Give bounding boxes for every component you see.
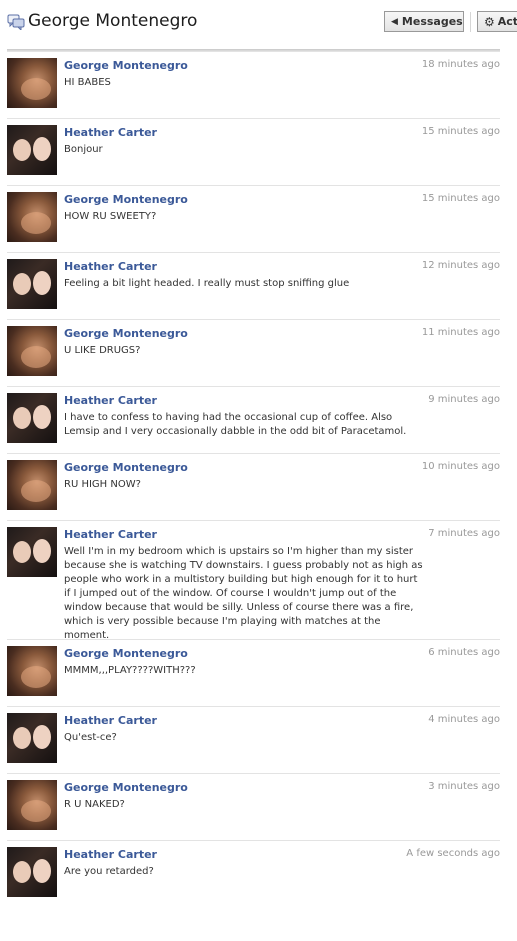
message-item: George Montenegro 18 minutes ago HI BABE…: [7, 52, 500, 119]
sender-name[interactable]: George Montenegro: [64, 781, 188, 794]
sender-name[interactable]: George Montenegro: [64, 193, 188, 206]
sender-name[interactable]: George Montenegro: [64, 59, 188, 72]
sender-name[interactable]: Heather Carter: [64, 714, 157, 727]
actions-button-label: Act: [497, 15, 517, 28]
avatar[interactable]: [7, 780, 57, 830]
message-text: U LIKE DRUGS?: [64, 345, 141, 356]
message-item: George Montenegro 10 minutes ago RU HIGH…: [7, 454, 500, 521]
message-text: Well I'm in my bedroom which is upstairs…: [64, 546, 423, 641]
sender-name[interactable]: Heather Carter: [64, 528, 157, 541]
triangle-left-icon: ◀: [391, 16, 398, 27]
message-item: Heather Carter 9 minutes ago I have to c…: [7, 387, 500, 454]
timestamp: A few seconds ago: [406, 848, 500, 859]
message-text: Qu'est-ce?: [64, 732, 117, 743]
actions-button[interactable]: ⚙ Act: [477, 11, 517, 32]
message-text: Bonjour: [64, 144, 103, 155]
message-text: Feeling a bit light headed. I really mus…: [64, 278, 350, 289]
messages-button-label: Messages: [401, 15, 463, 28]
message-text: HI BABES: [64, 77, 111, 88]
message-item: Heather Carter A few seconds ago Are you…: [7, 841, 500, 908]
timestamp: 3 minutes ago: [428, 781, 500, 792]
timestamp: 15 minutes ago: [421, 126, 500, 137]
avatar[interactable]: [7, 527, 57, 577]
sender-name[interactable]: Heather Carter: [64, 394, 157, 407]
message-item: Heather Carter 4 minutes ago Qu'est-ce?: [7, 707, 500, 774]
sender-name[interactable]: George Montenegro: [64, 327, 188, 340]
timestamp: 15 minutes ago: [421, 193, 500, 204]
toolbar-divider: [470, 12, 471, 32]
timestamp: 18 minutes ago: [421, 59, 500, 70]
timestamp: 11 minutes ago: [421, 327, 500, 338]
sender-name[interactable]: George Montenegro: [64, 461, 188, 474]
message-text: Are you retarded?: [64, 866, 154, 877]
avatar[interactable]: [7, 460, 57, 510]
avatar[interactable]: [7, 713, 57, 763]
timestamp: 9 minutes ago: [428, 394, 500, 405]
message-item: George Montenegro 11 minutes ago U LIKE …: [7, 320, 500, 387]
message-item: Heather Carter 7 minutes ago Well I'm in…: [7, 521, 500, 641]
message-item: George Montenegro 15 minutes ago HOW RU …: [7, 186, 500, 253]
messages-button[interactable]: ◀ Messages: [384, 11, 464, 32]
avatar[interactable]: [7, 125, 57, 175]
sender-name[interactable]: Heather Carter: [64, 126, 157, 139]
timestamp: 6 minutes ago: [428, 647, 500, 658]
message-item: George Montenegro 6 minutes ago MMMM,,,P…: [7, 640, 500, 707]
message-text: RU HIGH NOW?: [64, 479, 141, 490]
message-item: Heather Carter 12 minutes ago Feeling a …: [7, 253, 500, 320]
chat-bubbles-icon: [7, 14, 25, 32]
timestamp: 7 minutes ago: [428, 528, 500, 539]
thread-header: George Montenegro ◀ Messages ⚙ Act: [0, 0, 517, 44]
message-text: MMMM,,,PLAY????WITH???: [64, 665, 196, 676]
avatar[interactable]: [7, 646, 57, 696]
gear-icon: ⚙: [484, 14, 495, 29]
sender-name[interactable]: George Montenegro: [64, 647, 188, 660]
message-text: R U NAKED?: [64, 799, 125, 810]
sender-name[interactable]: Heather Carter: [64, 260, 157, 273]
timestamp: 12 minutes ago: [421, 260, 500, 271]
avatar[interactable]: [7, 393, 57, 443]
message-item: George Montenegro 3 minutes ago R U NAKE…: [7, 774, 500, 841]
sender-name[interactable]: Heather Carter: [64, 848, 157, 861]
message-item: Heather Carter 15 minutes ago Bonjour: [7, 119, 500, 186]
avatar[interactable]: [7, 847, 57, 897]
avatar[interactable]: [7, 192, 57, 242]
avatar[interactable]: [7, 259, 57, 309]
message-text: I have to confess to having had the occa…: [64, 412, 407, 437]
message-text: HOW RU SWEETY?: [64, 211, 157, 222]
avatar[interactable]: [7, 326, 57, 376]
avatar[interactable]: [7, 58, 57, 108]
timestamp: 10 minutes ago: [421, 461, 500, 472]
page-title: George Montenegro: [28, 11, 198, 31]
timestamp: 4 minutes ago: [428, 714, 500, 725]
